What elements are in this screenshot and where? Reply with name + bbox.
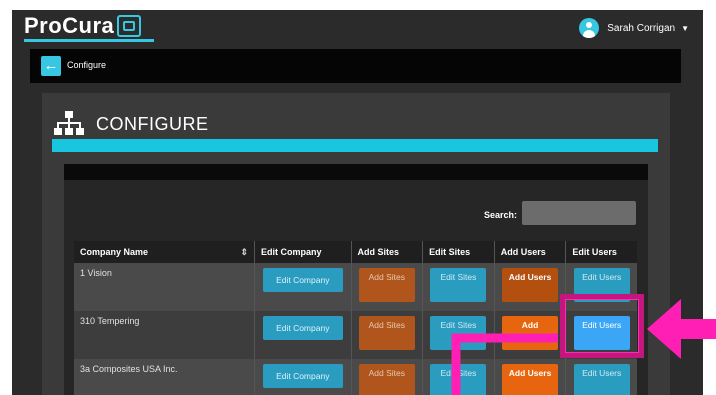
- company-table-container: Search: Company Name ⇕ Edit Company Add …: [64, 164, 648, 395]
- org-chart-icon: [54, 111, 84, 135]
- add-sites-button[interactable]: Add Sites: [358, 364, 415, 395]
- user-menu[interactable]: Sarah Corrigan ▼: [579, 18, 689, 38]
- table-toolbar: [64, 164, 648, 180]
- column-header-edit-sites: Edit Sites: [422, 241, 495, 263]
- edit-users-button[interactable]: Edit Users: [573, 268, 630, 302]
- add-users-cell: Add Users: [494, 263, 567, 311]
- edit-company-cell: Edit Company: [254, 359, 352, 395]
- edit-sites-button[interactable]: Edit Sites: [430, 268, 487, 302]
- page-title: CONFIGURE: [96, 113, 209, 134]
- column-header-label: Company Name: [80, 246, 149, 257]
- user-avatar-icon: [579, 18, 600, 38]
- logo-mark-icon: [117, 15, 142, 37]
- edit-users-cell: Edit Users: [565, 263, 637, 311]
- edit-company-button[interactable]: Edit Company: [262, 316, 343, 340]
- edit-users-cell: Edit Users: [565, 359, 637, 395]
- annotation-callout-line: [451, 333, 558, 395]
- add-users-button[interactable]: Add Users: [502, 268, 559, 302]
- search-label: Search:: [484, 210, 518, 220]
- edit-users-button-highlighted[interactable]: Edit Users: [573, 316, 630, 350]
- back-arrow-button[interactable]: ←: [41, 56, 61, 76]
- company-name-cell: 310 Tempering: [74, 311, 255, 359]
- company-name-cell: 3a Composites USA Inc.: [74, 359, 255, 395]
- column-header-add-sites: Add Sites: [351, 241, 424, 263]
- edit-company-button[interactable]: Edit Company: [262, 268, 343, 292]
- add-sites-cell: Add Sites: [351, 359, 424, 395]
- procura-logo[interactable]: ProCura: [24, 13, 142, 38]
- company-name-cell: 1 Vision: [74, 263, 255, 311]
- column-header-add-users: Add Users: [494, 241, 567, 263]
- edit-company-cell: Edit Company: [254, 263, 352, 311]
- edit-users-cell: Edit Users: [565, 311, 637, 359]
- logo-underline: [24, 39, 154, 42]
- edit-users-button[interactable]: Edit Users: [573, 364, 630, 395]
- add-sites-button[interactable]: Add Sites: [358, 268, 415, 302]
- table-row: 1 Vision Edit Company Add Sites Edit Sit…: [74, 263, 637, 311]
- breadcrumb-bar: ← Configure: [30, 49, 681, 83]
- column-header-company-name[interactable]: Company Name ⇕: [74, 241, 255, 263]
- add-sites-button[interactable]: Add Sites: [358, 316, 415, 350]
- app-window: ProCura Sarah Corrigan ▼ ← Configure CON…: [12, 10, 703, 395]
- accent-bar: [52, 139, 658, 152]
- caret-down-icon: ▼: [681, 23, 689, 33]
- sort-icon[interactable]: ⇕: [240, 247, 248, 258]
- breadcrumb-label: Configure: [67, 60, 107, 70]
- top-bar: ProCura Sarah Corrigan ▼: [12, 10, 703, 48]
- configure-panel: CONFIGURE Search: Company Name ⇕ Edit Co…: [42, 93, 670, 395]
- add-sites-cell: Add Sites: [351, 311, 424, 359]
- add-sites-cell: Add Sites: [351, 263, 424, 311]
- column-header-edit-users: Edit Users: [565, 241, 637, 263]
- edit-company-button[interactable]: Edit Company: [262, 364, 343, 388]
- column-header-edit-company: Edit Company: [254, 241, 352, 263]
- search-input[interactable]: [522, 201, 636, 225]
- edit-sites-cell: Edit Sites: [422, 263, 495, 311]
- user-name: Sarah Corrigan: [607, 22, 676, 34]
- logo-text: ProCura: [24, 13, 115, 38]
- edit-company-cell: Edit Company: [254, 311, 352, 359]
- table-header-row: Company Name ⇕ Edit Company Add Sites Ed…: [74, 241, 637, 263]
- annotation-arrow-icon: [647, 299, 716, 359]
- panel-header: CONFIGURE: [54, 111, 209, 137]
